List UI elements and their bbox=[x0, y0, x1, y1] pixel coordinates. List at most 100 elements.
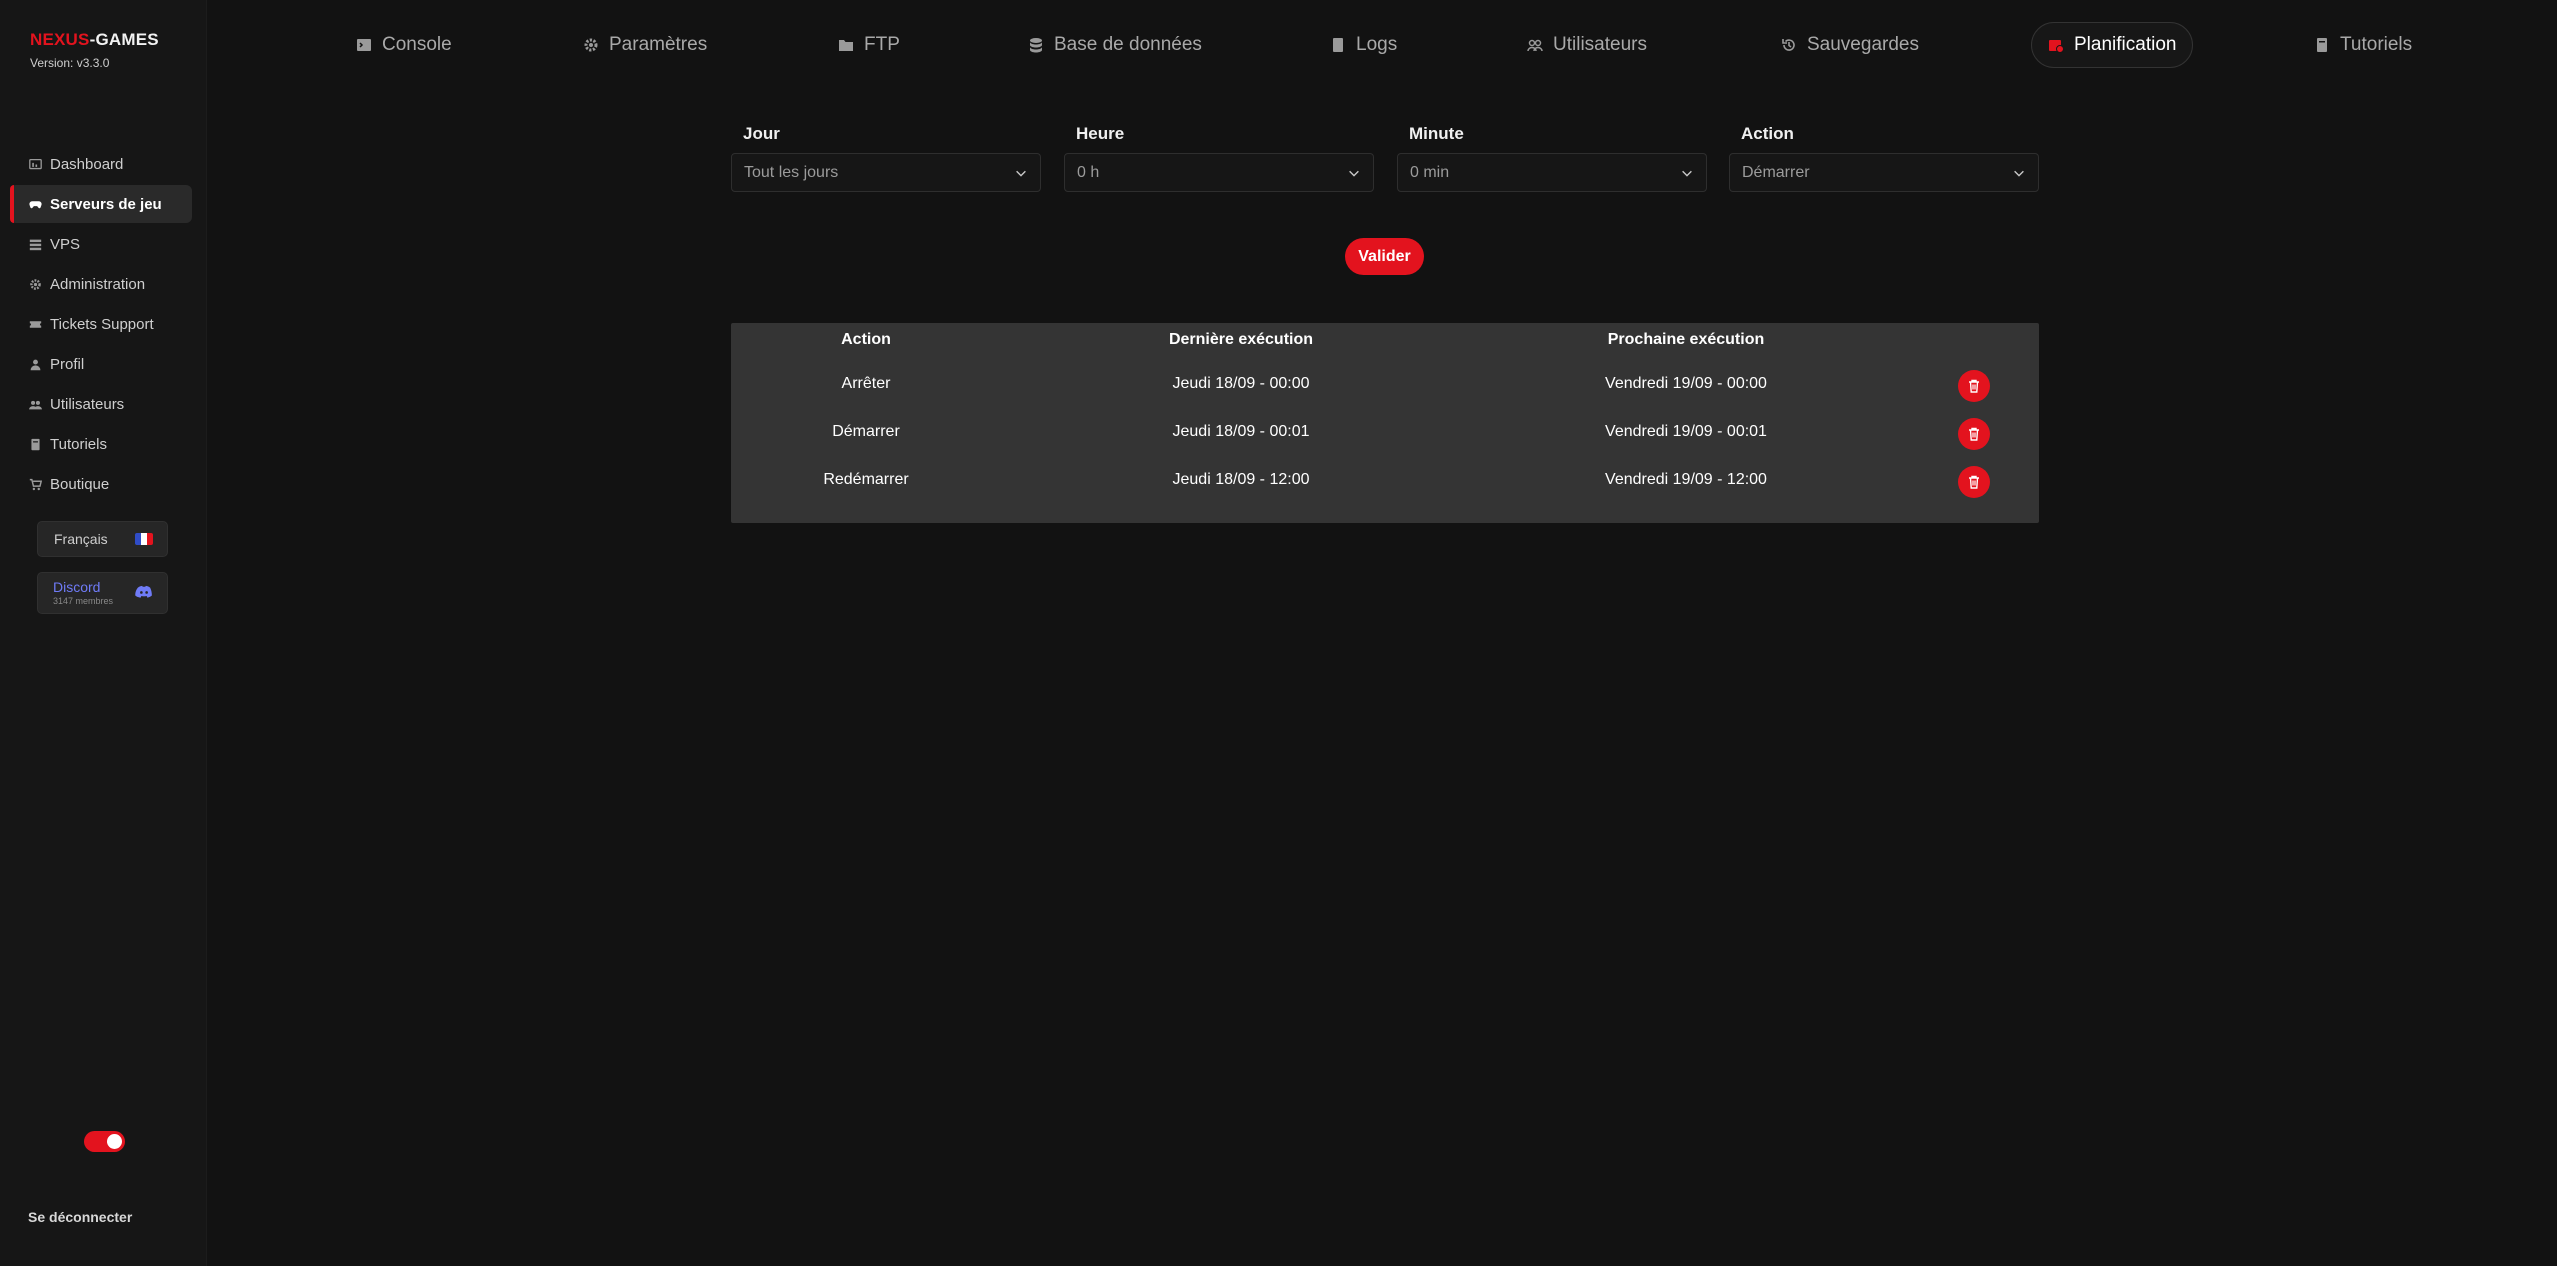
tab-settings[interactable]: Paramètres bbox=[583, 22, 707, 68]
users-icon bbox=[28, 397, 42, 411]
day-select[interactable]: Tout les jours bbox=[731, 153, 1041, 192]
tab-console[interactable]: Console bbox=[356, 22, 452, 68]
tab-backups[interactable]: Sauvegardes bbox=[1781, 22, 1919, 68]
sidebar-item-tickets[interactable]: Tickets Support bbox=[10, 305, 192, 343]
column-header-last-run: Dernière exécution bbox=[1168, 331, 1314, 348]
tab-scheduling[interactable]: Planification bbox=[2031, 22, 2194, 68]
sidebar-item-dashboard[interactable]: Dashboard bbox=[10, 145, 192, 183]
tab-users[interactable]: Utilisateurs bbox=[1527, 22, 1647, 68]
row-action: Redémarrer bbox=[823, 471, 909, 488]
day-select-value: Tout les jours bbox=[744, 163, 839, 181]
tab-ftp[interactable]: FTP bbox=[838, 22, 900, 68]
file-icon bbox=[1330, 37, 1346, 53]
brand-name-red: NEXUS bbox=[30, 30, 90, 49]
tab-label: Sauvegardes bbox=[1807, 34, 1919, 55]
column-header-next-run: Prochaine exécution bbox=[1607, 331, 1765, 348]
hour-select[interactable]: 0 h bbox=[1064, 153, 1374, 192]
action-select-value: Démarrer bbox=[1742, 163, 1810, 181]
french-flag-icon bbox=[135, 533, 153, 545]
delete-button[interactable] bbox=[1958, 418, 1990, 450]
sidebar-item-label: Tutoriels bbox=[50, 435, 107, 453]
toggle-knob bbox=[107, 1134, 122, 1149]
tab-tutorials[interactable]: Tutoriels bbox=[2314, 22, 2412, 68]
tab-label: Planification bbox=[2074, 34, 2177, 55]
action-field: Action Démarrer bbox=[1729, 124, 2039, 192]
trash-icon bbox=[1969, 475, 1979, 489]
folder-icon bbox=[838, 37, 854, 53]
discord-link[interactable]: Discord 3147 membres bbox=[37, 572, 168, 614]
sidebar-item-shop[interactable]: Boutique bbox=[10, 465, 192, 503]
sidebar: NEXUS-GAMES Version: v3.3.0 Dashboard Se… bbox=[0, 0, 207, 1266]
minute-select[interactable]: 0 min bbox=[1397, 153, 1707, 192]
gamepad-icon bbox=[28, 197, 42, 211]
validate-button[interactable]: Valider bbox=[1345, 238, 1424, 275]
row-last-run: Jeudi 18/09 - 00:01 bbox=[1172, 423, 1310, 440]
gear-icon bbox=[28, 277, 42, 291]
row-next-run: Vendredi 19/09 - 00:00 bbox=[1605, 375, 1767, 392]
tab-label: Paramètres bbox=[609, 34, 708, 55]
sidebar-item-label: Profil bbox=[50, 355, 85, 373]
sidebar-item-label: Serveurs de jeu bbox=[50, 195, 162, 213]
hour-label: Heure bbox=[1076, 124, 1125, 143]
sidebar-item-label: VPS bbox=[50, 235, 81, 253]
calendar-icon bbox=[2048, 37, 2064, 53]
minute-field: Minute 0 min bbox=[1397, 124, 1707, 192]
brand-logo[interactable]: NEXUS-GAMES bbox=[30, 30, 159, 50]
sidebar-item-users[interactable]: Utilisateurs bbox=[10, 385, 192, 423]
sidebar-item-tutorials[interactable]: Tutoriels bbox=[10, 425, 192, 463]
tab-label: Logs bbox=[1356, 34, 1398, 55]
hour-select-value: 0 h bbox=[1077, 163, 1100, 181]
day-field: Jour Tout les jours bbox=[731, 124, 1041, 192]
theme-toggle[interactable] bbox=[84, 1131, 125, 1152]
server-icon bbox=[28, 237, 42, 251]
schedule-table: Action Dernière exécution Prochaine exéc… bbox=[731, 323, 2039, 523]
gear-icon bbox=[583, 37, 599, 53]
chevron-down-icon bbox=[1349, 170, 1359, 177]
language-selector[interactable]: Français bbox=[37, 521, 168, 557]
delete-button[interactable] bbox=[1958, 466, 1990, 498]
sidebar-item-game-servers[interactable]: Serveurs de jeu bbox=[10, 185, 192, 223]
brand-name-white: -GAMES bbox=[89, 30, 159, 49]
app-version: Version: v3.3.0 bbox=[30, 56, 110, 70]
discord-name: Discord bbox=[53, 579, 101, 595]
action-label: Action bbox=[1741, 124, 1794, 143]
row-next-run: Vendredi 19/09 - 12:00 bbox=[1605, 471, 1767, 488]
language-label: Français bbox=[54, 531, 108, 547]
hour-field: Heure 0 h bbox=[1064, 124, 1374, 192]
minute-label: Minute bbox=[1409, 124, 1464, 143]
user-icon bbox=[28, 357, 42, 371]
tab-label: FTP bbox=[864, 34, 900, 55]
tab-database[interactable]: Base de données bbox=[1028, 22, 1202, 68]
tab-label: Console bbox=[382, 34, 452, 55]
discord-text: Discord 3147 membres bbox=[53, 580, 113, 606]
tab-label: Utilisateurs bbox=[1553, 34, 1647, 55]
tab-label: Tutoriels bbox=[2340, 34, 2413, 55]
sidebar-item-administration[interactable]: Administration bbox=[10, 265, 192, 303]
users-icon bbox=[1527, 37, 1543, 53]
row-last-run: Jeudi 18/09 - 00:00 bbox=[1172, 375, 1310, 392]
book-icon bbox=[28, 437, 42, 451]
row-action: Démarrer bbox=[832, 423, 900, 440]
delete-button[interactable] bbox=[1958, 370, 1990, 402]
sidebar-item-vps[interactable]: VPS bbox=[10, 225, 192, 263]
history-icon bbox=[1781, 37, 1797, 53]
sidebar-item-profile[interactable]: Profil bbox=[10, 345, 192, 383]
sidebar-item-label: Dashboard bbox=[50, 155, 124, 173]
brand: NEXUS-GAMES Version: v3.3.0 bbox=[30, 30, 159, 70]
row-action: Arrêter bbox=[841, 375, 891, 392]
row-last-run: Jeudi 18/09 - 12:00 bbox=[1172, 471, 1310, 488]
sidebar-item-label: Tickets Support bbox=[50, 315, 154, 333]
action-select[interactable]: Démarrer bbox=[1729, 153, 2039, 192]
logout-button[interactable]: Se déconnecter bbox=[28, 1209, 132, 1225]
sidebar-item-label: Administration bbox=[50, 275, 146, 293]
cart-icon bbox=[28, 477, 42, 491]
dashboard-icon bbox=[28, 157, 42, 171]
column-header-action: Action bbox=[841, 331, 891, 348]
chevron-down-icon bbox=[2014, 170, 2024, 177]
sidebar-item-label: Utilisateurs bbox=[50, 395, 125, 413]
ticket-icon bbox=[28, 317, 42, 331]
chevron-down-icon bbox=[1016, 170, 1026, 177]
discord-members: 3147 membres bbox=[53, 596, 114, 606]
tab-logs[interactable]: Logs bbox=[1330, 22, 1397, 68]
schedule-form: Jour Tout les jours Heure 0 h Minute 0 m… bbox=[731, 124, 2039, 194]
